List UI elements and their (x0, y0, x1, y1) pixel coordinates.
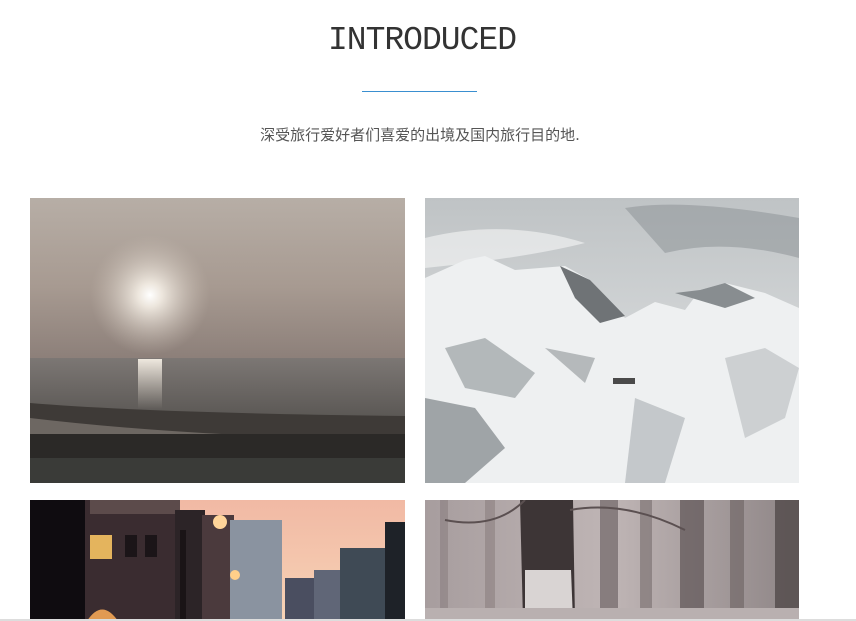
snowy-mountains-image[interactable] (425, 198, 799, 483)
title-divider (362, 91, 477, 92)
section-subtitle: 深受旅行爱好者们喜爱的出境及国内旅行目的地. (260, 126, 580, 144)
city-street-dusk-image[interactable] (30, 500, 405, 621)
section-title: INTRODUCED (327, 22, 517, 59)
misty-forest-image[interactable] (425, 500, 799, 621)
page: INTRODUCED 深受旅行爱好者们喜爱的出境及国内旅行目的地. (0, 0, 856, 621)
beach-sunset-image[interactable] (30, 198, 405, 483)
